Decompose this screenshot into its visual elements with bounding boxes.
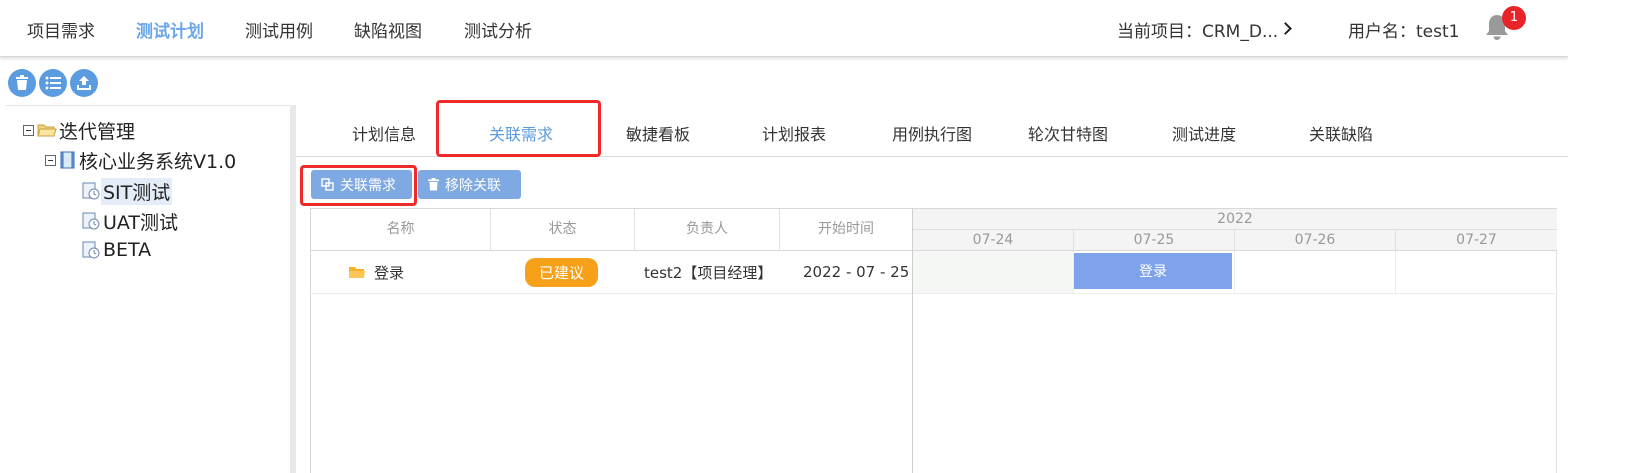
collapse-icon[interactable]: [23, 124, 34, 136]
gantt-cell: [1396, 251, 1557, 293]
column-header-status[interactable]: 状态: [491, 209, 635, 251]
row-name-cell: 登录: [349, 251, 404, 293]
test-plan-icon: [82, 241, 100, 259]
right-edge-strip: [1568, 0, 1629, 473]
tab-linked-defects[interactable]: 关联缺陷: [1309, 121, 1373, 145]
gantt-year-header: 2022: [913, 209, 1557, 230]
row-start-cell: 2022 - 07 - 25: [803, 263, 910, 281]
trash-icon[interactable]: [8, 69, 36, 97]
remove-link-label: 移除关联: [445, 177, 501, 194]
panel-splitter[interactable]: [290, 105, 296, 473]
tab-case-execution-chart[interactable]: 用例执行图: [892, 121, 972, 145]
folder-icon: [349, 266, 365, 278]
trash-icon: [428, 178, 439, 191]
nav-item-test-cases[interactable]: 测试用例: [245, 17, 313, 42]
tree-node-iteration-root[interactable]: 迭代管理: [23, 117, 137, 143]
gantt-day-header: 07-24: [913, 230, 1074, 251]
tab-plan-report[interactable]: 计划报表: [762, 121, 826, 145]
iteration-tree-panel: 迭代管理 核心业务系统V1.0 SIT测试 UAT测试 BETA: [6, 105, 290, 473]
nav-item-test-analysis[interactable]: 测试分析: [464, 17, 532, 42]
test-plan-icon: [82, 212, 100, 230]
tab-test-progress[interactable]: 测试进度: [1172, 121, 1236, 145]
tree-label: 核心业务系统V1.0: [79, 150, 237, 173]
tab-round-gantt[interactable]: 轮次甘特图: [1028, 121, 1108, 145]
column-header-owner[interactable]: 负责人: [635, 209, 780, 251]
nav-item-test-plan[interactable]: 测试计划: [136, 17, 204, 42]
highlight-box-tab: [436, 100, 601, 157]
gantt-row: 登录: [913, 251, 1557, 294]
table-row[interactable]: 登录 已建议 test2【项目经理】 2022 - 07 - 25: [311, 251, 912, 294]
test-plan-icon: [82, 182, 100, 200]
tree-node-system[interactable]: 核心业务系统V1.0: [45, 147, 238, 173]
tree-node-sit[interactable]: SIT测试: [81, 177, 173, 205]
collapse-icon[interactable]: [45, 154, 56, 166]
nav-item-defect-view[interactable]: 缺陷视图: [354, 17, 422, 42]
gantt-task-bar[interactable]: 登录: [1074, 253, 1232, 289]
column-header-start-time[interactable]: 开始时间: [780, 209, 912, 251]
chevron-right-icon[interactable]: [1279, 22, 1292, 35]
highlight-box-button: [300, 165, 417, 206]
tree-node-beta[interactable]: BETA: [81, 237, 153, 263]
column-header-name[interactable]: 名称: [311, 209, 491, 251]
tree-label: 迭代管理: [59, 120, 136, 143]
list-icon[interactable]: [39, 69, 67, 97]
gantt-day-header: 07-27: [1396, 230, 1557, 251]
requirements-grid: 名称 状态 负责人 开始时间 登录 已建议 test2【项目经理】 2022 -…: [310, 208, 912, 473]
row-name-text: 登录: [374, 263, 405, 282]
tab-plan-info[interactable]: 计划信息: [352, 121, 416, 145]
status-badge: 已建议: [525, 257, 599, 287]
gantt-cell: [1235, 251, 1396, 293]
remove-link-button[interactable]: 移除关联: [418, 170, 521, 199]
tree-node-uat[interactable]: UAT测试: [81, 208, 180, 234]
gantt-cell: [913, 251, 1074, 293]
username-label: 用户名：test1: [1348, 22, 1460, 42]
tab-agile-board[interactable]: 敏捷看板: [626, 121, 690, 145]
gantt-chart: 2022 07-24 07-25 07-26 07-27 登录: [912, 208, 1557, 473]
upload-icon[interactable]: [70, 69, 98, 97]
gantt-day-header: 07-25: [1074, 230, 1235, 251]
tree-label: UAT测试: [103, 211, 179, 234]
folder-open-icon: [37, 124, 57, 137]
nav-item-project-requirements[interactable]: 项目需求: [27, 17, 95, 42]
grid-header: 名称 状态 负责人 开始时间: [311, 209, 912, 251]
current-project-selector[interactable]: 当前项目：CRM_D...: [1117, 17, 1278, 42]
row-owner-cell: test2【项目经理】: [644, 263, 773, 282]
notification-badge[interactable]: 1: [1502, 6, 1526, 30]
top-nav-bar: 项目需求 测试计划 测试用例 缺陷视图 测试分析 当前项目：CRM_D... 用…: [0, 0, 1568, 57]
tree-label: SIT测试: [101, 177, 173, 205]
row-status-cell: 已建议: [525, 251, 599, 293]
gantt-day-header: 07-26: [1235, 230, 1396, 251]
tree-label: BETA: [103, 239, 152, 261]
book-icon: [60, 151, 75, 169]
